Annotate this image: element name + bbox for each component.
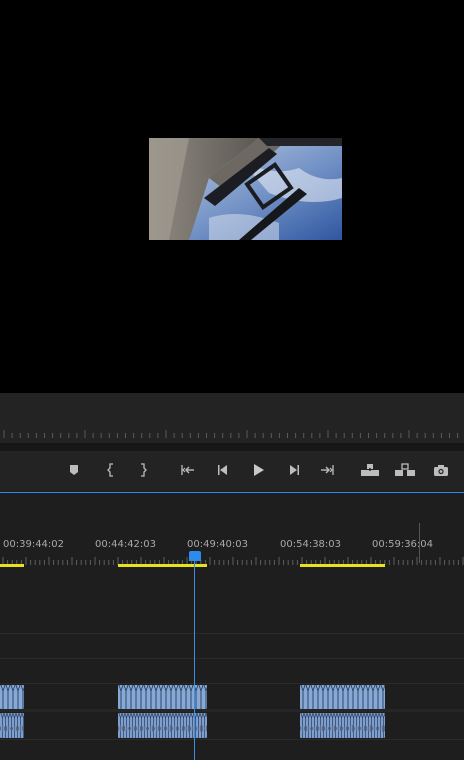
monitor-ruler-ticks [3,430,459,438]
track-separator [0,683,464,684]
marker-icon [70,465,78,475]
playhead-line[interactable] [194,552,195,760]
add-marker-button[interactable] [63,459,85,481]
timecode-label: 00:49:40:03 [187,539,249,550]
video-preview-frame [149,138,342,240]
mark-in-button[interactable] [100,459,122,481]
audio-clip[interactable] [300,713,385,738]
track-separator [0,709,464,712]
timecode-label: 00:54:38:03 [280,539,342,550]
mark-in-icon [107,463,113,477]
video-clip[interactable] [0,685,24,709]
camera-icon [434,464,448,476]
extract-button[interactable] [394,459,416,481]
timecode-label: 00:44:42:03 [95,539,157,550]
audio-clip[interactable] [0,713,24,738]
track-separator [0,633,464,634]
go-to-out-icon [321,465,334,475]
go-to-in-button[interactable] [177,459,199,481]
step-forward-icon [290,465,299,475]
step-forward-button[interactable] [283,459,305,481]
work-area-bar[interactable] [300,564,385,567]
extract-icon [395,463,415,476]
go-to-out-button[interactable] [316,459,338,481]
timecode-label: 00:59:36:04 [372,539,434,550]
video-clip[interactable] [300,685,385,709]
sequence-timeline [0,493,464,760]
timeline-ruler-ticks[interactable] [0,555,464,567]
play-button[interactable] [247,459,269,481]
mark-out-icon [141,463,147,477]
mark-out-button[interactable] [132,459,154,481]
work-area-bar[interactable] [0,564,24,567]
track-separator [0,658,464,659]
panel-divider [0,443,464,451]
play-icon [254,464,264,476]
playhead-handle[interactable] [189,551,201,561]
timecode-label: 00:39:44:02 [3,539,65,550]
step-back-button[interactable] [212,459,234,481]
step-back-icon [218,465,227,475]
go-to-in-icon [181,465,194,475]
lift-icon [361,464,379,476]
program-monitor [0,0,464,393]
lift-button[interactable] [359,459,381,481]
export-frame-button[interactable] [430,459,452,481]
track-separator [0,739,464,740]
